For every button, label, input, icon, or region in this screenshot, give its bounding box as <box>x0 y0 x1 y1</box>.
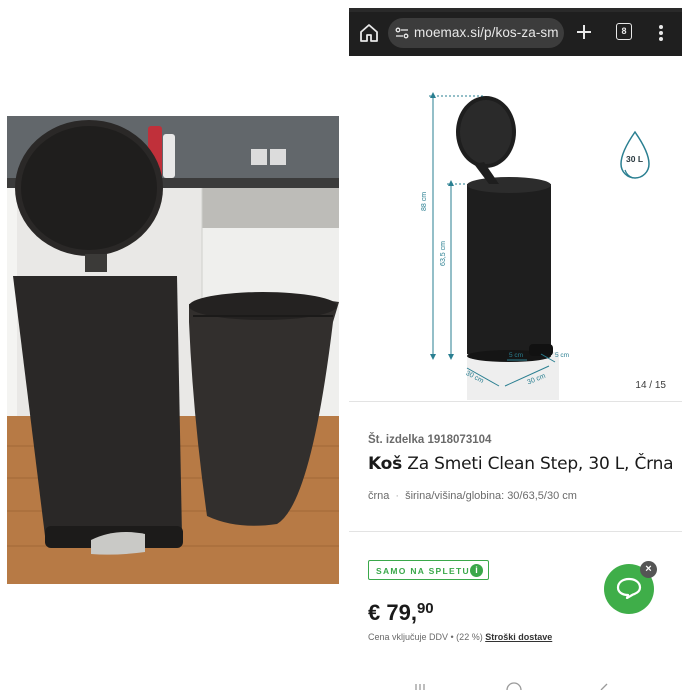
online-only-badge: SAMO NA SPLETU i <box>368 560 489 580</box>
product-brand: Koš <box>368 454 403 474</box>
image-counter: 14 / 15 <box>635 380 666 391</box>
product-name: Za Smeti Clean Step, 30 L, Črna <box>407 454 674 474</box>
product-gallery[interactable]: 88 cm 63,5 cm 30 cm 30 cm 5 cm 5 cm 30 L… <box>349 56 682 401</box>
vat-note: Cena vključuje DDV • (22 %) Stroški dost… <box>368 632 552 642</box>
home-nav-icon <box>506 682 522 690</box>
divider <box>349 401 682 402</box>
chat-icon <box>616 577 642 599</box>
sku-label: Št. izdelka <box>368 434 425 446</box>
separator-dot: · <box>395 490 400 502</box>
site-settings-icon[interactable] <box>395 26 409 40</box>
screenshot-collage: moemax.si/p/kos-za-sm 8 88 cm 63,5 cm 30… <box>0 0 690 690</box>
home-icon[interactable] <box>357 21 381 45</box>
capacity-badge: 30 L <box>617 126 653 184</box>
divider <box>349 531 682 532</box>
plus-icon[interactable] <box>573 21 595 43</box>
url-text: moemax.si/p/kos-za-sm <box>414 25 559 40</box>
info-icon[interactable]: i <box>470 564 483 577</box>
sku-value: 1918073104 <box>427 434 492 446</box>
product-photo <box>7 116 339 584</box>
product-specs: črna · širina/višina/globina: 30/63,5/30 c… <box>368 490 577 502</box>
dim-pedal-a: 5 cm <box>509 352 524 359</box>
tab-switcher-icon[interactable]: 8 <box>616 23 632 40</box>
product-title: Koš Za Smeti Clean Step, 30 L, Črna <box>368 454 674 474</box>
dim-body-height: 63,5 cm <box>439 241 447 266</box>
sku-line: Št. izdelka 1918073104 <box>368 434 491 446</box>
system-nav-bar <box>349 676 682 690</box>
price: € 79,90 <box>368 600 434 626</box>
online-only-label: SAMO NA SPLETU <box>376 566 470 576</box>
phone-screenshot: moemax.si/p/kos-za-sm 8 88 cm 63,5 cm 30… <box>349 8 682 690</box>
vat-text: Cena vključuje DDV • (22 %) <box>368 632 483 642</box>
dimension-drawing <box>429 92 559 400</box>
price-cents: 90 <box>416 600 434 617</box>
browser-toolbar: moemax.si/p/kos-za-sm 8 <box>349 8 682 56</box>
kitchen-photo-illustration <box>7 116 339 584</box>
status-bar <box>349 8 682 12</box>
more-vert-icon[interactable] <box>655 22 667 44</box>
dim-pedal-b: 5 cm <box>555 352 570 359</box>
close-icon[interactable]: × <box>640 561 657 578</box>
product-dimensions: širina/višina/globina: 30/63,5/30 cm <box>405 490 577 502</box>
address-bar[interactable]: moemax.si/p/kos-za-sm <box>388 18 564 48</box>
capacity-label: 30 L <box>626 154 644 164</box>
product-color: črna <box>368 490 390 502</box>
price-main: € 79, <box>368 600 417 625</box>
shipping-costs-link[interactable]: Stroški dostave <box>485 632 552 642</box>
back-icon <box>600 683 608 690</box>
dim-total-height: 88 cm <box>421 191 429 212</box>
